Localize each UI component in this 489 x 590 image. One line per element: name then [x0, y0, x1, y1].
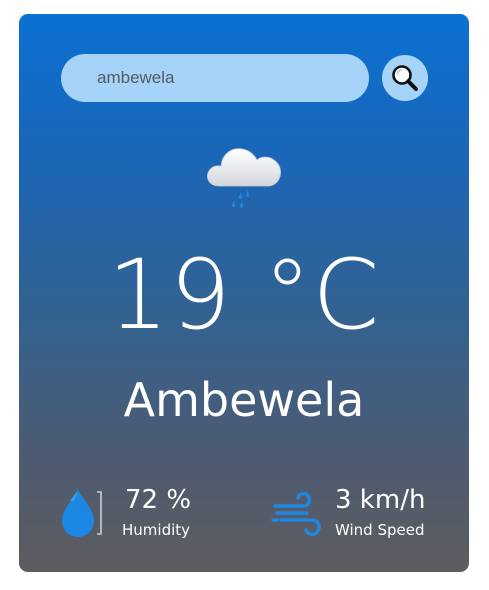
search-icon	[392, 65, 418, 91]
rain-cloud-icon	[207, 148, 281, 208]
humidity-label: Humidity	[122, 521, 191, 539]
search-button[interactable]	[382, 55, 428, 101]
humidity-detail: 72 % Humidity	[59, 484, 229, 544]
humidity-value: 72 %	[125, 485, 192, 515]
wind-icon	[271, 491, 321, 536]
temperature: 19 °C	[107, 239, 381, 351]
city-name: Ambewela	[123, 373, 365, 427]
search-input[interactable]	[61, 54, 369, 102]
weather-card: 19 °C Ambewela 72 % Humidity 3 km/h Wind…	[19, 14, 469, 572]
wind-label: Wind Speed	[335, 521, 425, 539]
search-bar	[61, 54, 429, 102]
humidity-icon	[62, 490, 102, 537]
wind-detail: 3 km/h Wind Speed	[271, 484, 451, 544]
wind-value: 3 km/h	[335, 485, 426, 515]
